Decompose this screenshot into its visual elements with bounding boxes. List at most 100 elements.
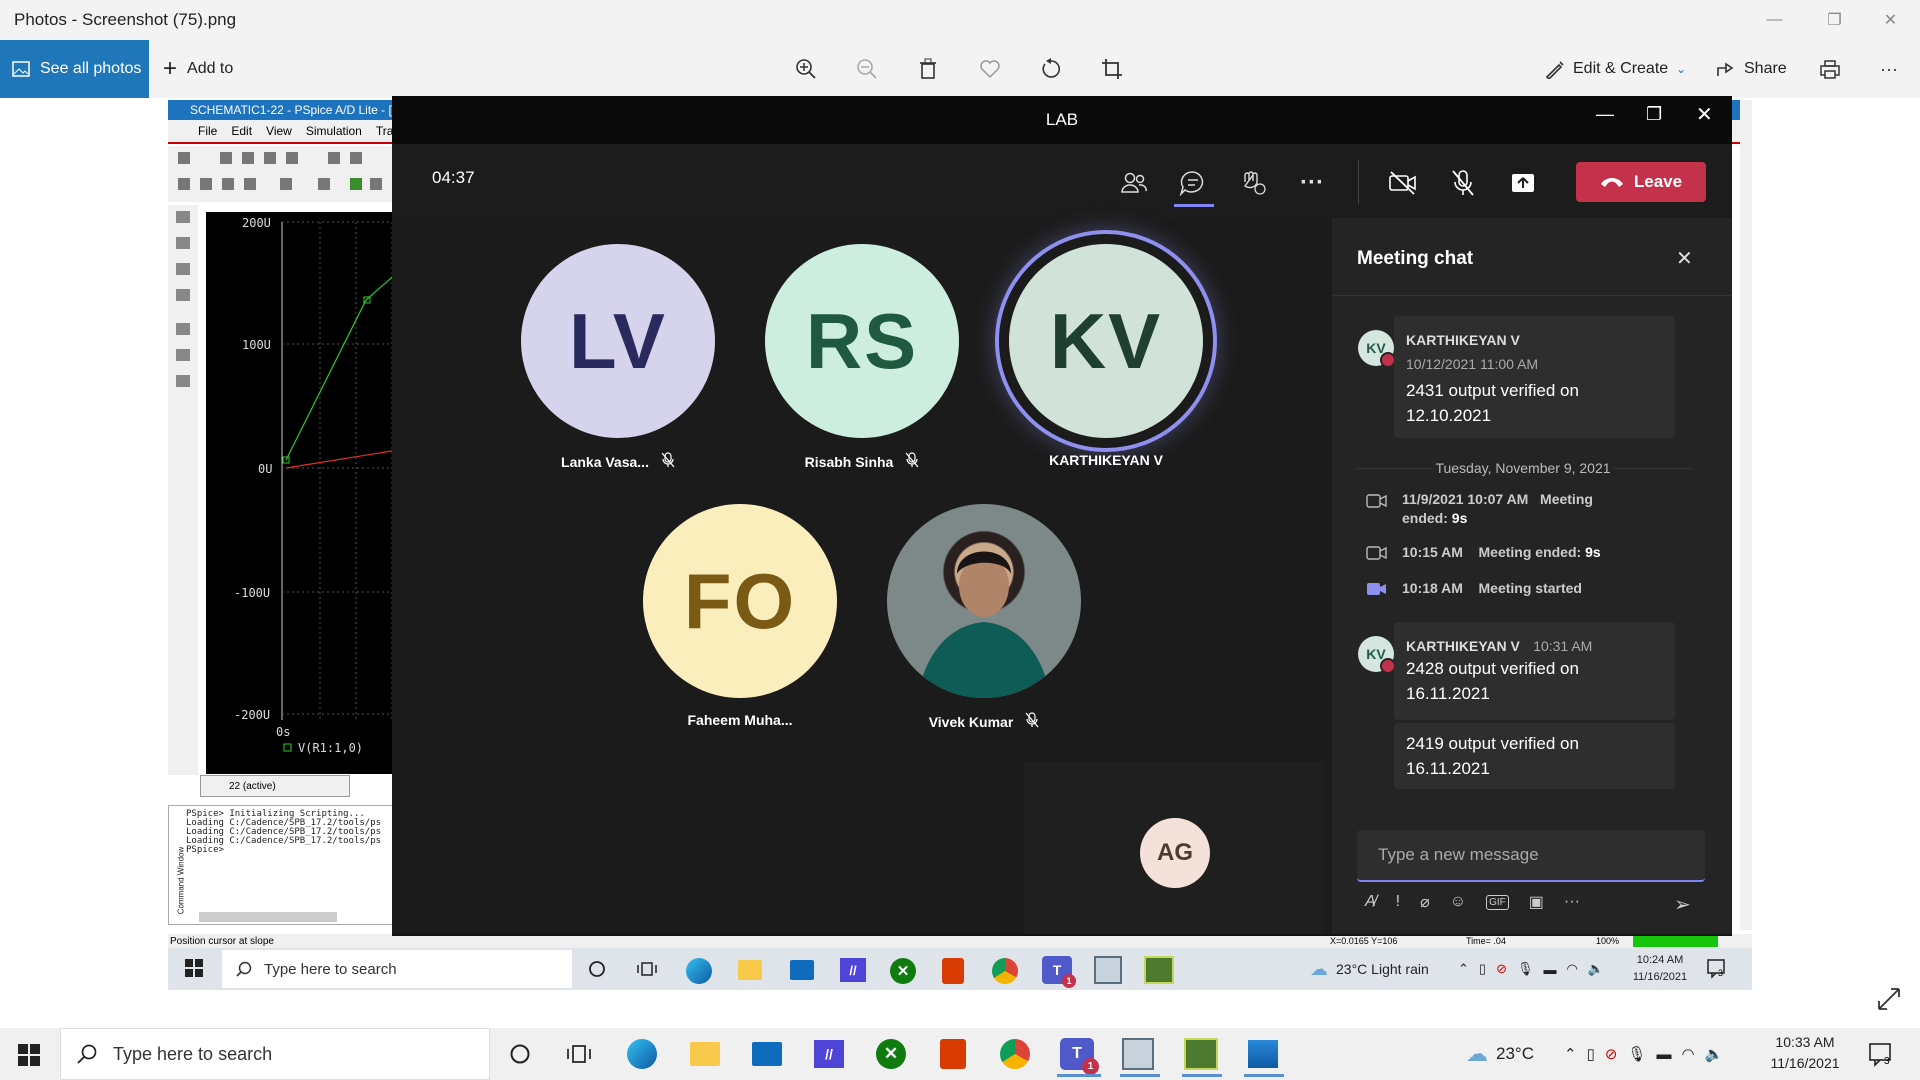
pspice-menu-edit[interactable]: Edit: [231, 124, 252, 138]
teams-icon[interactable]: T1: [1042, 956, 1076, 988]
pspice-menu-trace[interactable]: Tra: [376, 124, 394, 138]
teams-minimize-button[interactable]: —: [1596, 104, 1614, 125]
mail-icon[interactable]: [752, 1042, 782, 1066]
battery-icon[interactable]: ▬: [1656, 1046, 1671, 1063]
task-view-icon[interactable]: [567, 1042, 591, 1066]
chevron-up-icon[interactable]: ⌃: [1458, 961, 1469, 977]
windows-start-icon[interactable]: [182, 956, 206, 980]
tray-app-icon[interactable]: ▯: [1587, 1045, 1595, 1063]
camera-off-icon[interactable]: [1388, 168, 1418, 198]
chrome-icon[interactable]: [1000, 1039, 1030, 1069]
teams-close-button[interactable]: ✕: [1696, 102, 1713, 127]
pspice-menu-file[interactable]: File: [198, 124, 217, 138]
chevron-up-icon[interactable]: ⌃: [1564, 1045, 1577, 1063]
cmd-scrollbar[interactable]: [199, 912, 337, 922]
volume-icon[interactable]: 🔈: [1588, 961, 1604, 977]
sticker-icon[interactable]: ▣: [1529, 892, 1544, 912]
add-to-button[interactable]: + Add to: [163, 40, 233, 98]
participants-icon[interactable]: [1119, 168, 1149, 198]
battery-icon[interactable]: ▬: [1543, 962, 1556, 977]
close-chat-icon[interactable]: ✕: [1676, 246, 1693, 271]
pspice-plot-tab[interactable]: 22 (active): [200, 775, 350, 797]
pspice-taskbar-icon[interactable]: [1144, 956, 1174, 984]
photos-taskbar-icon[interactable]: [1248, 1040, 1278, 1068]
more-options-icon[interactable]: ···: [1876, 56, 1902, 82]
mic-off-icon[interactable]: [1448, 168, 1478, 198]
participant-tile-vivek[interactable]: Vivek Kumar: [887, 504, 1081, 731]
see-all-photos-button[interactable]: See all photos: [0, 40, 149, 98]
cortana-icon[interactable]: [586, 958, 608, 980]
chat-message[interactable]: KARTHIKEYAN V 10:31 AM 2428 output verif…: [1394, 622, 1675, 720]
volume-icon[interactable]: 🔈: [1705, 1045, 1724, 1063]
pspice-menu-simulation[interactable]: Simulation: [306, 124, 362, 138]
participant-tile-lv[interactable]: LV Lanka Vasa...: [521, 244, 715, 471]
tray-app-icon[interactable]: ▯: [1479, 961, 1486, 977]
crop-icon[interactable]: [1099, 56, 1125, 82]
close-window-button[interactable]: ✕: [1868, 0, 1913, 40]
participant-tile-rs[interactable]: RS Risabh Sinha: [765, 244, 959, 471]
zoom-out-icon[interactable]: [854, 56, 880, 82]
pspice-taskbar-icon[interactable]: [1184, 1038, 1218, 1070]
xbox-icon[interactable]: ✕: [876, 1039, 906, 1069]
important-icon[interactable]: !: [1396, 893, 1400, 911]
snipping-tool-icon[interactable]: [1122, 1038, 1154, 1070]
start-button-icon[interactable]: [18, 1044, 40, 1071]
tray-sync-icon[interactable]: ⊘: [1605, 1045, 1618, 1063]
office-icon[interactable]: [942, 958, 964, 984]
chat-icon[interactable]: [1178, 168, 1208, 198]
xbox-icon[interactable]: ✕: [890, 958, 916, 984]
maximize-button[interactable]: ❐: [1812, 0, 1857, 40]
teams-maximize-button[interactable]: ❐: [1646, 104, 1662, 125]
favorite-heart-icon[interactable]: [977, 56, 1003, 82]
reactions-icon[interactable]: [1238, 168, 1268, 198]
zoom-in-icon[interactable]: [793, 56, 819, 82]
wifi-icon[interactable]: ◠: [1681, 1045, 1694, 1063]
gif-icon[interactable]: GIF: [1486, 894, 1509, 910]
compose-message-input[interactable]: Type a new message: [1357, 830, 1705, 882]
edge-icon[interactable]: [686, 958, 712, 984]
leave-button[interactable]: Leave: [1576, 162, 1706, 202]
file-explorer-icon[interactable]: [738, 960, 762, 980]
share-screen-icon[interactable]: [1508, 168, 1538, 198]
chrome-icon[interactable]: [992, 958, 1018, 984]
print-icon[interactable]: [1817, 56, 1843, 82]
send-icon[interactable]: ➢: [1674, 892, 1691, 917]
weather-widget[interactable]: ☁ 23°C Light rain: [1310, 950, 1429, 988]
cortana-icon[interactable]: [508, 1042, 532, 1066]
microphone-icon[interactable]: 🎙: [1517, 961, 1534, 977]
office-icon[interactable]: [940, 1039, 966, 1069]
tray-sync-icon[interactable]: ⊘: [1496, 961, 1507, 977]
chat-message[interactable]: KARTHIKEYAN V 10/12/2021 11:00 AM 2431 o…: [1394, 316, 1675, 438]
notification-icon[interactable]: 3: [1868, 1042, 1894, 1068]
teams-icon[interactable]: T1: [1060, 1038, 1099, 1075]
task-view-icon[interactable]: [636, 958, 658, 980]
weather-widget[interactable]: ☁ 23°C: [1466, 1028, 1534, 1080]
screenshot-search-box[interactable]: Type here to search: [222, 950, 572, 988]
more-compose-icon[interactable]: ···: [1564, 893, 1580, 911]
mail-icon[interactable]: [790, 960, 814, 980]
file-explorer-icon[interactable]: [690, 1042, 720, 1066]
taskbar-search-box[interactable]: Type here to search: [60, 1028, 490, 1080]
edge-icon[interactable]: [627, 1039, 657, 1069]
screenshot-clock[interactable]: 10:24 AM 11/16/2021: [1628, 952, 1692, 986]
snipping-tool-icon[interactable]: [1094, 956, 1122, 984]
attach-icon[interactable]: ⌀: [1420, 892, 1430, 912]
pspice-menu-view[interactable]: View: [266, 124, 292, 138]
participant-tile-fo[interactable]: FO Faheem Muha...: [643, 504, 837, 728]
app-icon[interactable]: //: [814, 1040, 844, 1068]
notification-icon[interactable]: 3: [1706, 958, 1728, 980]
app-icon[interactable]: //: [840, 958, 866, 982]
edit-create-button[interactable]: Edit & Create ⌄: [1545, 40, 1686, 98]
wifi-icon[interactable]: ◠: [1566, 961, 1577, 977]
participant-tile-kv[interactable]: KV KARTHIKEYAN V: [995, 230, 1217, 468]
delete-icon[interactable]: [915, 56, 941, 82]
more-actions-icon[interactable]: ···: [1297, 168, 1327, 198]
expand-icon[interactable]: [1876, 986, 1904, 1014]
chat-message[interactable]: 2419 output verified on 16.11.2021: [1394, 723, 1675, 789]
taskbar-clock[interactable]: 10:33 AM 11/16/2021: [1758, 1032, 1852, 1074]
format-icon[interactable]: A̸: [1365, 893, 1376, 911]
share-button[interactable]: Share: [1716, 40, 1787, 98]
minimize-button[interactable]: —: [1752, 0, 1797, 40]
microphone-icon[interactable]: 🎙: [1627, 1045, 1646, 1063]
rotate-icon[interactable]: [1038, 56, 1064, 82]
